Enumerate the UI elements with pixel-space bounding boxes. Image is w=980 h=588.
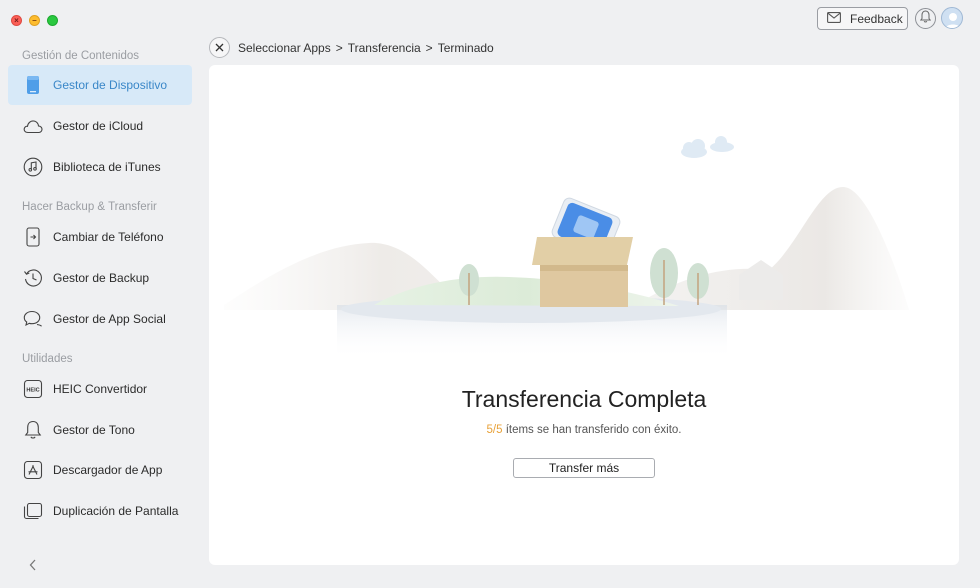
bell-outline-icon (23, 420, 43, 440)
transfer-more-button[interactable]: Transfer más (513, 458, 655, 478)
transfer-message: ítems se han transferido con éxito. (502, 424, 682, 436)
sidebar-item-label: Biblioteca de iTunes (53, 160, 161, 174)
sidebar-item-device-manager[interactable]: Gestor de Dispositivo (8, 65, 192, 105)
cloud-icon (23, 116, 43, 136)
chat-bubbles-icon (23, 309, 43, 329)
breadcrumb: Seleccionar Apps > Transferencia > Termi… (238, 41, 494, 55)
feedback-label: Feedback (850, 11, 903, 26)
breadcrumb-separator: > (425, 41, 433, 55)
cloud-icon (681, 136, 734, 158)
page-title: Transferencia Completa (461, 386, 707, 412)
sidebar-item-label: Gestor de App Social (53, 312, 166, 326)
minimize-icon: – (32, 15, 37, 25)
bell-icon (919, 9, 932, 28)
sidebar-item-backup[interactable]: Gestor de Backup (8, 258, 192, 298)
sidebar-item-label: Descargador de App (53, 463, 163, 477)
mail-icon (827, 11, 841, 26)
close-icon (215, 43, 224, 52)
phone-icon (23, 75, 43, 95)
maximize-window-button[interactable] (47, 15, 58, 26)
heic-icon: HEIC (23, 379, 43, 399)
app-window: × – Feedback Gestión de Contenidos Gesto… (0, 0, 980, 588)
sidebar-item-app-downloader[interactable]: Descargador de App (8, 450, 192, 490)
breadcrumb-step: Terminado (437, 41, 494, 55)
sidebar-item-label: Gestor de Backup (53, 271, 150, 285)
transfer-count: 5/5 (486, 424, 503, 436)
screen-mirror-icon (23, 501, 43, 521)
sidebar-item-ringtone[interactable]: Gestor de Tono (8, 410, 192, 450)
close-icon: × (14, 15, 19, 25)
heic-icon-text: HEIC (26, 387, 39, 393)
sidebar-item-label: Gestor de Dispositivo (53, 78, 168, 92)
section-title-utilities: Utilidades (22, 353, 73, 365)
breadcrumb-step: Transferencia (347, 41, 421, 55)
avatar-icon[interactable] (941, 7, 963, 29)
section-title-backup: Hacer Backup & Transferir (22, 201, 157, 213)
sidebar-item-heic[interactable]: HEIC HEIC Convertidor (8, 369, 192, 409)
breadcrumb-separator: > (335, 41, 343, 55)
sidebar-item-label: Gestor de iCloud (53, 119, 144, 133)
sidebar-item-itunes[interactable]: Biblioteca de iTunes (8, 147, 192, 187)
music-note-icon (23, 157, 43, 177)
close-window-button[interactable]: × (11, 15, 22, 26)
content-panel: Transferencia Completa 5/5 ítems se han … (209, 65, 959, 565)
collapse-sidebar-button[interactable] (26, 558, 40, 572)
window-controls: × – (11, 15, 58, 26)
clock-history-icon (23, 268, 43, 288)
sidebar-item-label: Duplicación de Pantalla (53, 504, 179, 518)
sidebar-item-icloud[interactable]: Gestor de iCloud (8, 106, 192, 146)
sidebar: Gestión de Contenidos Gestor de Disposit… (0, 40, 200, 588)
breadcrumb-step: Seleccionar Apps (238, 41, 331, 55)
sidebar-item-label: Gestor de Tono (53, 423, 135, 437)
close-flow-button[interactable] (209, 37, 230, 58)
transfer-complete-illustration (224, 136, 909, 360)
box-icon (532, 237, 633, 307)
minimize-window-button[interactable]: – (29, 15, 40, 26)
section-title-content: Gestión de Contenidos (22, 50, 139, 62)
app-store-icon (23, 460, 43, 480)
transfer-status: 5/5 ítems se han transferido con éxito. (209, 424, 959, 436)
phone-switch-icon (23, 227, 43, 247)
sidebar-item-screen-mirror[interactable]: Duplicación de Pantalla (8, 491, 192, 531)
notifications-button[interactable] (915, 8, 936, 29)
sidebar-item-label: Cambiar de Teléfono (53, 230, 164, 244)
sidebar-item-social-app[interactable]: Gestor de App Social (8, 299, 192, 339)
feedback-button[interactable]: Feedback (817, 7, 908, 30)
sidebar-item-phone-switch[interactable]: Cambiar de Teléfono (8, 217, 192, 257)
sidebar-item-label: HEIC Convertidor (53, 382, 148, 396)
chevron-left-icon (29, 559, 36, 571)
